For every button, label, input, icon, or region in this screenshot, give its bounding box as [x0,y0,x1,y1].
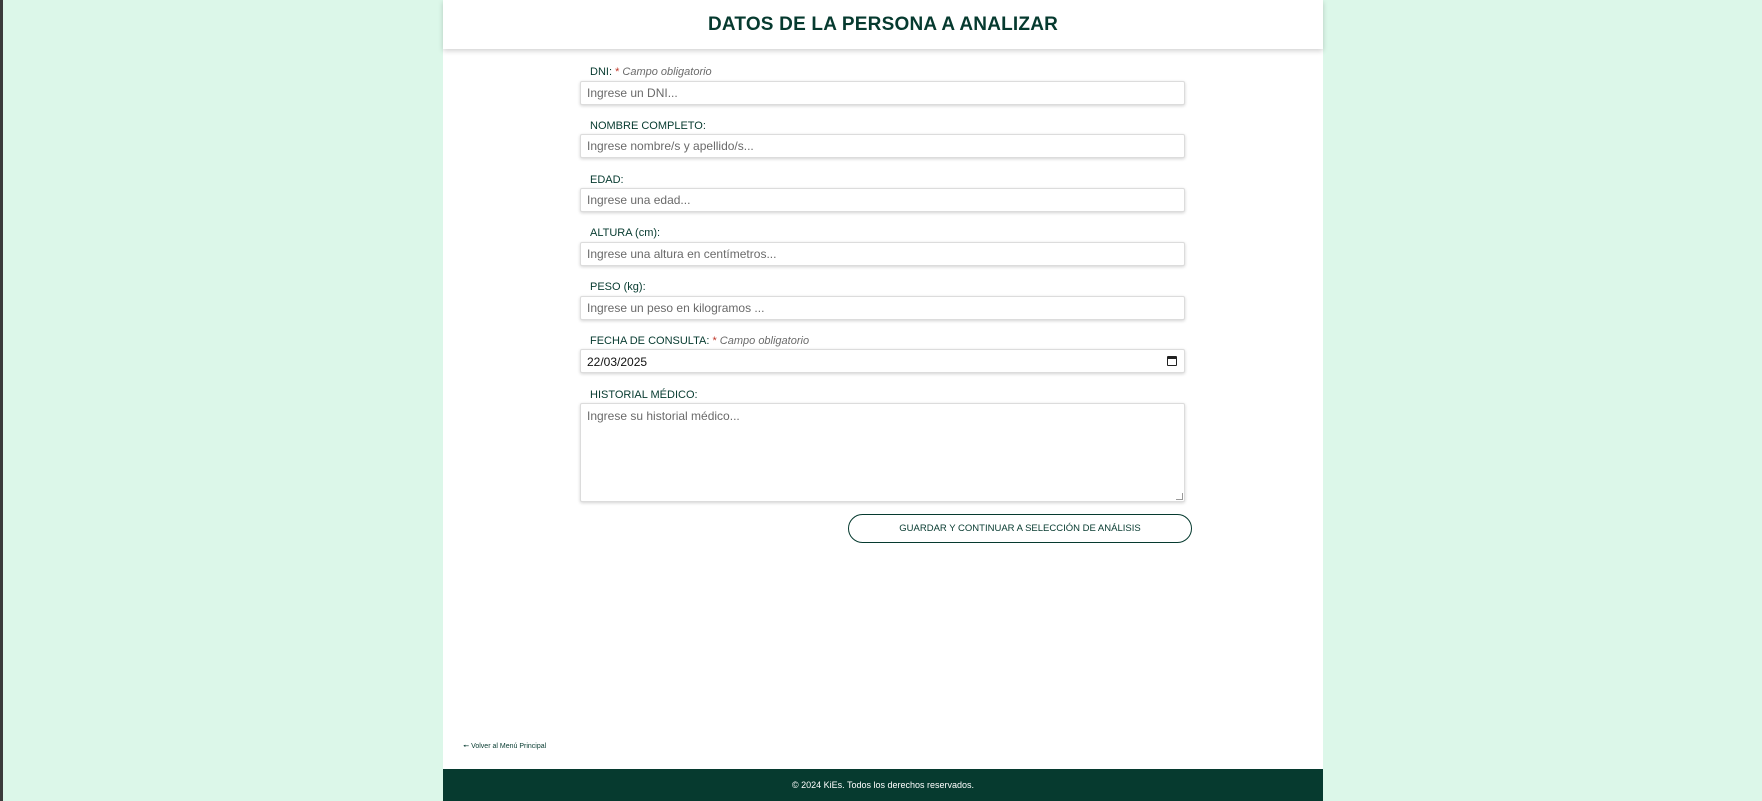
nombre-input[interactable] [580,134,1185,158]
dni-input[interactable] [580,81,1185,105]
required-note: Campo obligatorio [622,66,712,78]
calendar-icon[interactable] [1167,356,1177,366]
edad-input[interactable] [580,188,1185,212]
back-to-menu-link[interactable]: 🠔 Volver al Menú Principal [463,742,546,753]
historial-wrapper [580,403,1185,502]
page-title: DATOS DE LA PERSONA A ANALIZAR [707,13,1059,35]
save-continue-button[interactable]: GUARDAR Y CONTINUAR A SELECCIÓN DE ANÁLI… [848,514,1192,543]
required-marker: * [615,66,620,78]
edad-label: EDAD: [590,174,624,186]
page-container: DATOS DE LA PERSONA A ANALIZAR DNI: * Ca… [443,0,1323,801]
footer: © 2024 KiEs. Todos los derechos reservad… [443,769,1323,801]
window-edge [0,0,3,801]
historial-textarea[interactable] [580,403,1185,502]
altura-input[interactable] [580,242,1185,266]
copyright-text: © 2024 KiEs. Todos los derechos reservad… [791,780,975,790]
required-marker: * [712,335,717,347]
peso-input[interactable] [580,296,1185,320]
historial-label: HISTORIAL MÉDICO: [590,389,698,401]
page-header: DATOS DE LA PERSONA A ANALIZAR [443,0,1323,49]
fecha-date-input[interactable]: 22/03/2025 [580,349,1185,373]
peso-label: PESO (kg): [590,281,646,293]
resize-grip-icon[interactable] [1176,493,1183,500]
fecha-value: 22/03/2025 [587,355,648,369]
nombre-label: NOMBRE COMPLETO: [590,120,706,132]
dni-label: DNI: * Campo obligatorio [590,66,712,78]
fecha-label: FECHA DE CONSULTA: * Campo obligatorio [590,335,810,347]
required-note: Campo obligatorio [719,335,810,347]
altura-label: ALTURA (cm): [590,227,661,239]
